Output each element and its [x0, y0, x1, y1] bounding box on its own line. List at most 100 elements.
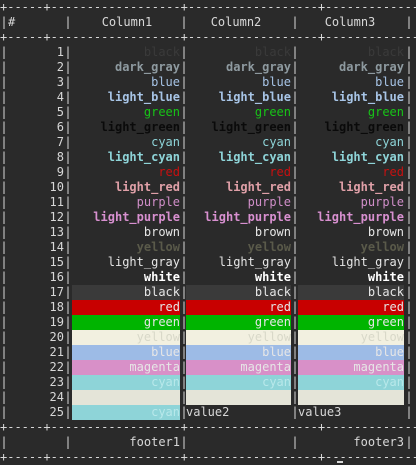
- column-divider: |: [405, 75, 413, 89]
- column-divider: |: [405, 315, 413, 329]
- table-cell-column1: [72, 390, 180, 405]
- table-cell-column2: black: [254, 45, 291, 59]
- column-divider: |: [405, 375, 413, 389]
- table-cell-column2: red: [186, 300, 291, 315]
- header-column3: Column3: [324, 15, 376, 29]
- column-divider: |: [64, 405, 72, 419]
- table-cell-column3: cyan: [298, 375, 404, 390]
- table-cell-column2: blue: [186, 345, 291, 360]
- column-divider: |: [64, 15, 72, 29]
- row-number: 4: [56, 90, 64, 104]
- table-cell-column3: white: [367, 270, 404, 284]
- column-divider: |: [64, 195, 72, 209]
- column-divider: |: [0, 270, 8, 284]
- column-divider: |: [0, 75, 8, 89]
- table-cell-column1: light_cyan: [107, 150, 180, 164]
- table-cell-column2: yellow: [186, 330, 291, 345]
- column-divider: |: [0, 315, 8, 329]
- header-column2: Column2: [210, 15, 262, 29]
- terminal-window: +-----+------------------+--------------…: [0, 0, 416, 465]
- table-cell-column1: light_purple: [93, 210, 180, 224]
- column-divider: |: [0, 210, 8, 224]
- table-cell-column2: red: [269, 165, 291, 179]
- column-divider: |: [0, 330, 8, 344]
- header-hash: #: [8, 15, 16, 29]
- table-cell-column3: light_red: [338, 180, 404, 194]
- table-row: | 3 | blue | blue | blue |: [0, 75, 416, 90]
- row-number: 13: [49, 225, 64, 239]
- table-cell-column2: yellow: [247, 240, 291, 254]
- table-row: | 7 | cyan | cyan | cyan |: [0, 135, 416, 150]
- table-row: | 9 | red | red | red |: [0, 165, 416, 180]
- table-cell-column3: light_purple: [317, 210, 404, 224]
- table-cell-column1: cyan: [151, 135, 180, 149]
- column-divider: |: [0, 135, 8, 149]
- column-divider: |: [64, 240, 72, 254]
- column-divider: |: [0, 345, 8, 359]
- table-cell-column3: magenta: [298, 360, 404, 375]
- column-divider: |: [405, 300, 413, 314]
- table-row: | 4 | light_blue | light_blue | light_blue |: [0, 90, 416, 105]
- column-divider: |: [64, 180, 72, 194]
- table-cell-column3: light_blue: [331, 90, 404, 104]
- column-divider: |: [64, 300, 72, 314]
- table-cell-column3: green: [367, 105, 404, 119]
- table-cell-column1: purple: [136, 195, 180, 209]
- table-row: | 2 | dark_gray | dark_gray | dark_gray |: [0, 60, 416, 75]
- table-cell-column2: cyan: [262, 135, 291, 149]
- column-divider: |: [405, 435, 413, 449]
- table-cell-column3: yellow: [360, 240, 404, 254]
- table-cell-column2: brown: [254, 225, 291, 239]
- column-divider: |: [64, 210, 72, 224]
- table-cell-column1: black: [143, 45, 180, 59]
- column-divider: |: [64, 135, 72, 149]
- column-divider: |: [64, 285, 72, 299]
- column-divider: |: [0, 120, 8, 134]
- row-number: 14: [49, 240, 64, 254]
- table-row: | 19 | green | green | green |: [0, 315, 416, 330]
- table-cell-column1: green: [143, 105, 180, 119]
- table-cell-column1: light_red: [114, 180, 180, 194]
- table-cell-column3: black: [298, 285, 404, 300]
- column-divider: |: [405, 360, 413, 374]
- table-cell-column1: light_blue: [107, 90, 180, 104]
- table-cell-column2: value2: [186, 405, 230, 419]
- column-divider: |: [405, 270, 413, 284]
- column-divider: |: [0, 45, 8, 59]
- column-divider: |: [64, 90, 72, 104]
- column-divider: |: [0, 435, 8, 449]
- column-divider: |: [64, 165, 72, 179]
- row-number: 25: [49, 405, 64, 419]
- table-row: | 10 | light_red | light_red | light_red |: [0, 180, 416, 195]
- table-cell-column1: light_green: [100, 120, 180, 134]
- column-divider: |: [0, 405, 8, 419]
- table-header-row: | # | Column1 | Column2 | Column3 |: [0, 15, 416, 30]
- column-divider: |: [405, 150, 413, 164]
- row-number: 5: [56, 105, 64, 119]
- table-cell-column2: black: [186, 285, 291, 300]
- table-row: | 22 | magenta | magenta | magenta |: [0, 360, 416, 375]
- table-row: | 14 | yellow | yellow | yellow |: [0, 240, 416, 255]
- column-divider: |: [64, 330, 72, 344]
- column-divider: |: [0, 300, 8, 314]
- table-cell-column1: dark_gray: [114, 60, 180, 74]
- table-cell-column3: yellow: [298, 330, 404, 345]
- column-divider: |: [405, 180, 413, 194]
- table-cell-column3: light_green: [324, 120, 404, 134]
- column-divider: |: [64, 45, 72, 59]
- column-divider: |: [405, 285, 413, 299]
- column-divider: |: [0, 150, 8, 164]
- column-divider: |: [0, 165, 8, 179]
- column-divider: |: [405, 345, 413, 359]
- table-cell-column2: blue: [262, 75, 291, 89]
- table-row: | 15 | light_gray | light_gray | light_gray |: [0, 255, 416, 270]
- table-cell-column1: white: [143, 270, 180, 284]
- column-divider: |: [64, 390, 72, 404]
- row-number: 2: [56, 60, 64, 74]
- table-cell-column3: green: [298, 315, 404, 330]
- table-cell-column2: green: [254, 105, 291, 119]
- table-cell-column1: blue: [151, 75, 180, 89]
- table-cell-column2: purple: [247, 195, 291, 209]
- table-row: | 5 | green | green | green |: [0, 105, 416, 120]
- table-cell-column2: green: [186, 315, 291, 330]
